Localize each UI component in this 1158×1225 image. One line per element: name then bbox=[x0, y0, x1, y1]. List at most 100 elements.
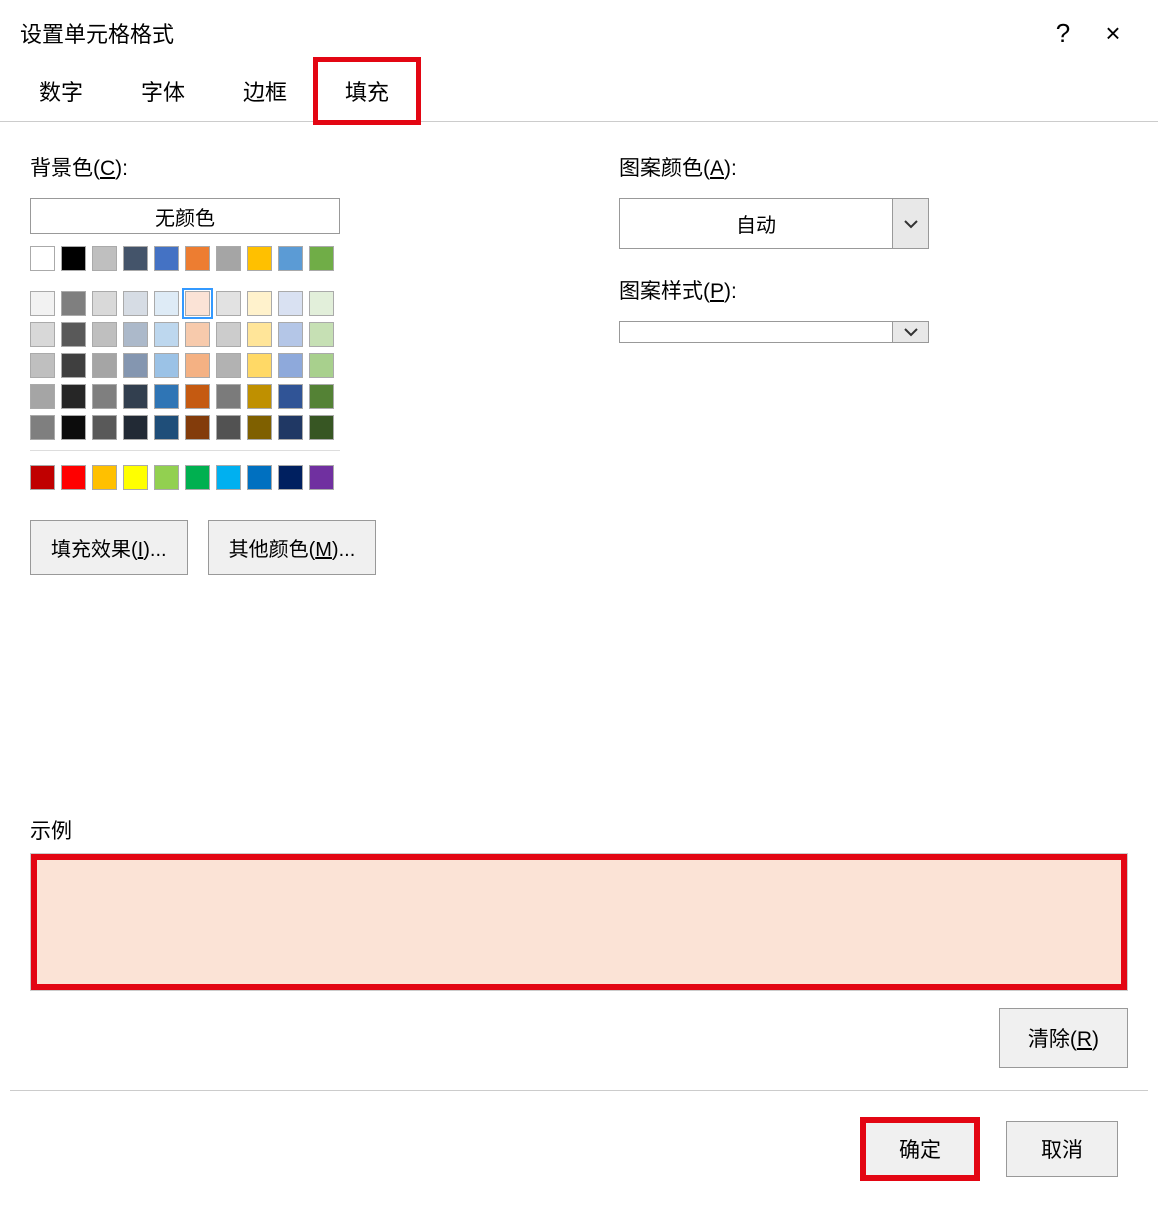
color-swatch[interactable] bbox=[309, 322, 334, 347]
tab-font[interactable]: 字体 bbox=[112, 60, 214, 122]
color-swatch[interactable] bbox=[123, 415, 148, 440]
color-swatch[interactable] bbox=[309, 465, 334, 490]
color-swatch[interactable] bbox=[30, 353, 55, 378]
color-swatch[interactable] bbox=[92, 246, 117, 271]
color-swatch[interactable] bbox=[278, 246, 303, 271]
pattern-color-label: 图案颜色(A): bbox=[619, 152, 1128, 182]
color-swatch[interactable] bbox=[30, 246, 55, 271]
tab-border[interactable]: 边框 bbox=[214, 60, 316, 122]
color-swatch[interactable] bbox=[216, 384, 241, 409]
clear-button[interactable]: 清除(R) bbox=[999, 1008, 1128, 1068]
color-swatch[interactable] bbox=[30, 384, 55, 409]
pattern-style-dropdown[interactable] bbox=[619, 321, 929, 343]
color-swatch[interactable] bbox=[278, 322, 303, 347]
color-swatch[interactable] bbox=[154, 353, 179, 378]
color-swatch[interactable] bbox=[247, 353, 272, 378]
color-swatch[interactable] bbox=[30, 291, 55, 316]
color-swatch[interactable] bbox=[154, 246, 179, 271]
color-swatch[interactable] bbox=[309, 384, 334, 409]
bg-color-label: 背景色(C): bbox=[30, 152, 539, 182]
color-swatch[interactable] bbox=[61, 246, 86, 271]
chevron-down-icon[interactable] bbox=[892, 199, 928, 248]
color-swatch[interactable] bbox=[123, 322, 148, 347]
pattern-style-label: 图案样式(P): bbox=[619, 275, 1128, 305]
fill-effects-button[interactable]: 填充效果(I)... bbox=[30, 520, 188, 575]
color-swatch[interactable] bbox=[216, 353, 241, 378]
no-color-button[interactable]: 无颜色 bbox=[30, 198, 340, 234]
tint-row bbox=[30, 384, 539, 409]
cancel-button[interactable]: 取消 bbox=[1006, 1121, 1118, 1177]
standard-color-row bbox=[30, 465, 539, 490]
color-swatch[interactable] bbox=[185, 465, 210, 490]
color-swatch[interactable] bbox=[309, 353, 334, 378]
color-swatch[interactable] bbox=[61, 384, 86, 409]
pattern-color-dropdown[interactable]: 自动 bbox=[619, 198, 929, 249]
pattern-color-value: 自动 bbox=[620, 199, 892, 248]
color-swatch[interactable] bbox=[123, 353, 148, 378]
right-column: 图案颜色(A): 自动 图案样式(P): bbox=[619, 152, 1128, 575]
color-swatch[interactable] bbox=[92, 322, 117, 347]
tab-number[interactable]: 数字 bbox=[10, 60, 112, 122]
color-swatch[interactable] bbox=[247, 246, 272, 271]
color-swatch[interactable] bbox=[278, 384, 303, 409]
color-swatch[interactable] bbox=[30, 465, 55, 490]
color-swatch[interactable] bbox=[278, 291, 303, 316]
color-swatch[interactable] bbox=[61, 415, 86, 440]
color-swatch[interactable] bbox=[247, 291, 272, 316]
color-swatch[interactable] bbox=[154, 415, 179, 440]
color-swatch[interactable] bbox=[123, 384, 148, 409]
color-swatch[interactable] bbox=[30, 322, 55, 347]
color-swatch[interactable] bbox=[278, 353, 303, 378]
color-swatch[interactable] bbox=[247, 465, 272, 490]
color-swatch[interactable] bbox=[92, 384, 117, 409]
color-swatch[interactable] bbox=[123, 246, 148, 271]
color-swatch[interactable] bbox=[154, 384, 179, 409]
color-swatch[interactable] bbox=[216, 322, 241, 347]
color-swatch[interactable] bbox=[30, 415, 55, 440]
color-swatch[interactable] bbox=[185, 415, 210, 440]
color-swatch[interactable] bbox=[123, 291, 148, 316]
color-swatch[interactable] bbox=[247, 384, 272, 409]
color-swatch[interactable] bbox=[216, 415, 241, 440]
color-swatch[interactable] bbox=[154, 322, 179, 347]
tint-row bbox=[30, 353, 539, 378]
example-preview bbox=[34, 857, 1124, 987]
color-swatch[interactable] bbox=[61, 353, 86, 378]
color-swatch[interactable] bbox=[185, 322, 210, 347]
close-button[interactable]: × bbox=[1088, 13, 1138, 53]
color-swatch[interactable] bbox=[309, 291, 334, 316]
tint-row bbox=[30, 291, 539, 316]
color-swatch[interactable] bbox=[154, 465, 179, 490]
color-swatch[interactable] bbox=[185, 291, 210, 316]
color-swatch[interactable] bbox=[92, 291, 117, 316]
example-highlight bbox=[34, 857, 1124, 987]
color-swatch[interactable] bbox=[247, 415, 272, 440]
color-swatch[interactable] bbox=[309, 415, 334, 440]
color-button-row: 填充效果(I)... 其他颜色(M)... bbox=[30, 520, 539, 575]
color-swatch[interactable] bbox=[216, 291, 241, 316]
help-button[interactable]: ? bbox=[1038, 13, 1088, 53]
dialog-title: 设置单元格格式 bbox=[20, 17, 1038, 49]
color-swatch[interactable] bbox=[61, 322, 86, 347]
tab-fill[interactable]: 填充 bbox=[316, 60, 418, 122]
color-swatch[interactable] bbox=[61, 465, 86, 490]
color-swatch[interactable] bbox=[247, 322, 272, 347]
color-swatch[interactable] bbox=[216, 465, 241, 490]
color-swatch[interactable] bbox=[216, 246, 241, 271]
color-swatch[interactable] bbox=[185, 384, 210, 409]
color-swatch[interactable] bbox=[92, 465, 117, 490]
color-swatch[interactable] bbox=[278, 465, 303, 490]
ok-button[interactable]: 确定 bbox=[864, 1121, 976, 1177]
color-swatch[interactable] bbox=[123, 465, 148, 490]
color-swatch[interactable] bbox=[309, 246, 334, 271]
theme-color-row bbox=[30, 246, 539, 271]
color-swatch[interactable] bbox=[154, 291, 179, 316]
color-swatch[interactable] bbox=[185, 246, 210, 271]
color-swatch[interactable] bbox=[92, 415, 117, 440]
more-colors-button[interactable]: 其他颜色(M)... bbox=[208, 520, 377, 575]
color-swatch[interactable] bbox=[278, 415, 303, 440]
color-swatch[interactable] bbox=[92, 353, 117, 378]
color-swatch[interactable] bbox=[185, 353, 210, 378]
color-swatch[interactable] bbox=[61, 291, 86, 316]
chevron-down-icon[interactable] bbox=[892, 322, 928, 342]
